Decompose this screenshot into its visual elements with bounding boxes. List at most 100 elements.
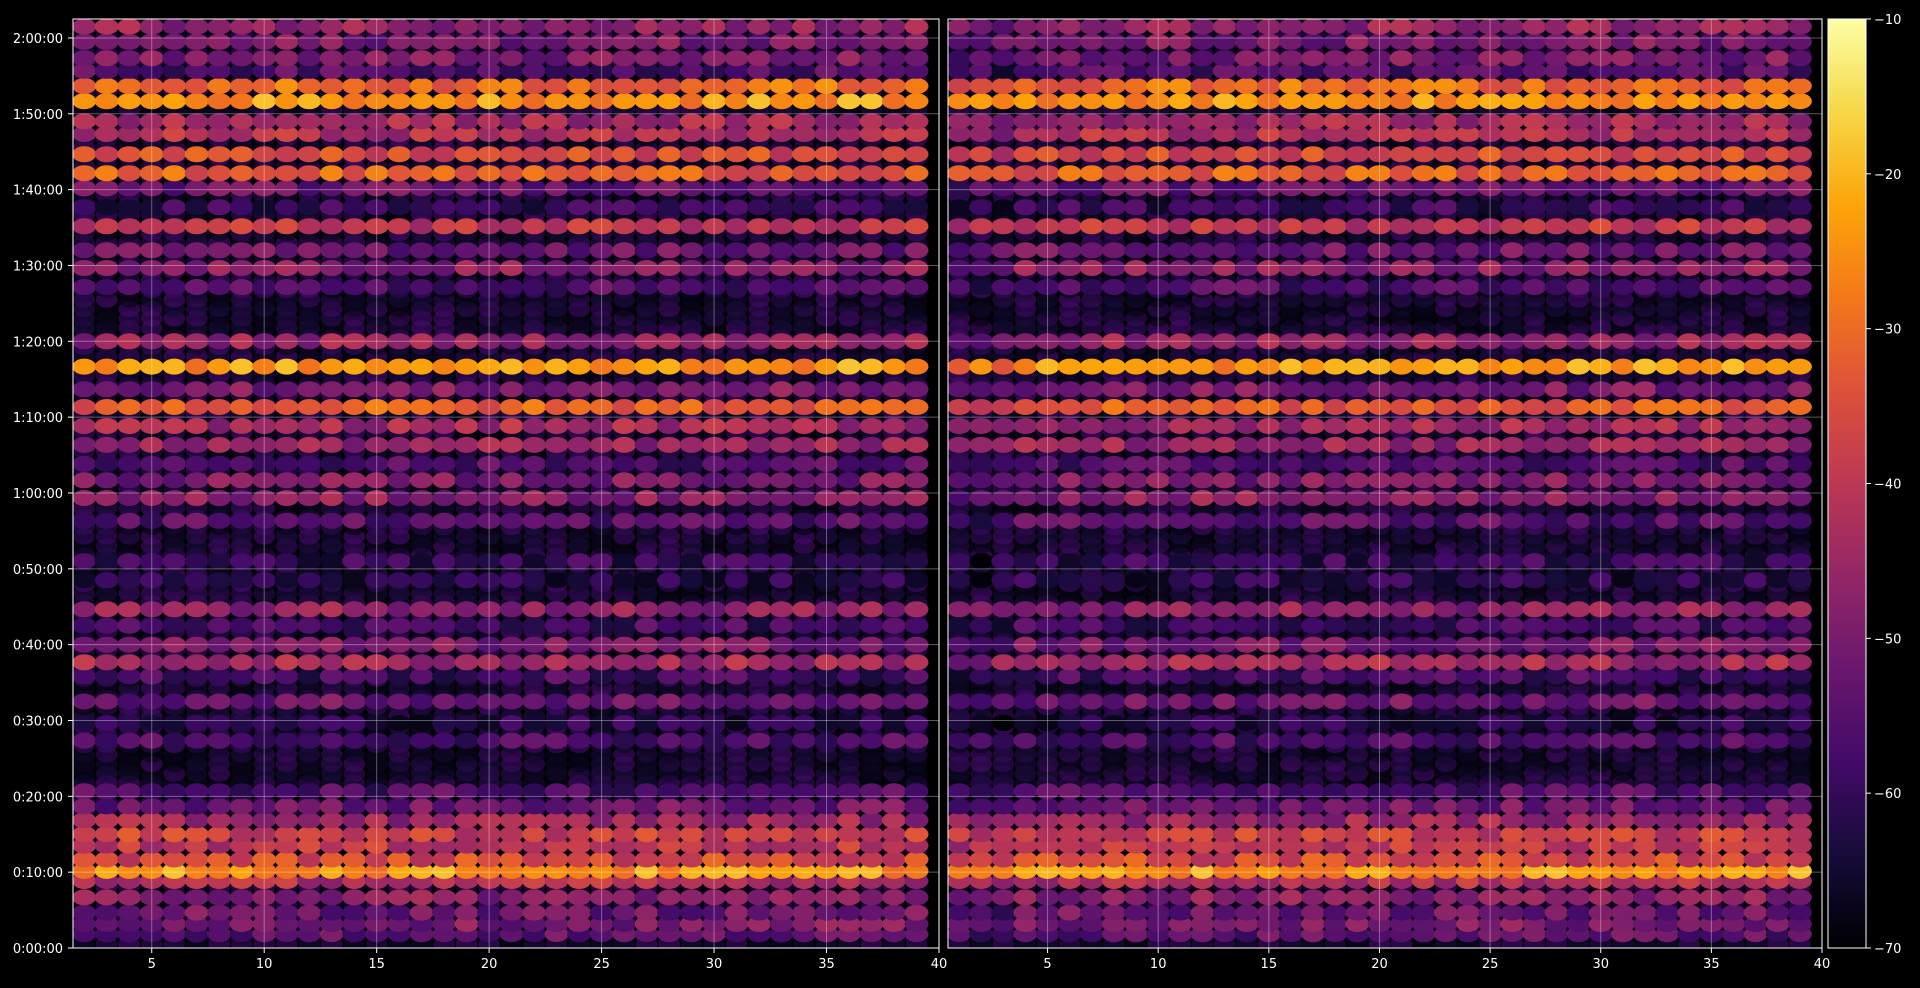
heatmap-cell bbox=[454, 399, 479, 415]
heatmap-cell bbox=[207, 654, 232, 671]
heatmap-cell bbox=[117, 654, 142, 671]
heatmap-cell bbox=[634, 572, 659, 589]
heatmap-cell bbox=[634, 851, 659, 868]
heatmap-cell bbox=[612, 381, 637, 398]
heatmap-cell bbox=[679, 889, 704, 906]
heatmap-cell bbox=[342, 436, 367, 453]
heatmap-cell bbox=[94, 381, 119, 398]
heatmap-cell bbox=[342, 512, 367, 529]
heatmap-cell bbox=[207, 418, 232, 434]
heatmap-cell bbox=[432, 783, 457, 800]
heatmap-cell bbox=[747, 732, 772, 749]
heatmap-cell bbox=[319, 512, 344, 529]
heatmap-cell bbox=[207, 798, 232, 815]
heatmap-cell bbox=[432, 812, 457, 829]
heatmap-cell bbox=[747, 553, 772, 570]
heatmap-cell bbox=[94, 732, 119, 749]
heatmap-cell bbox=[184, 904, 209, 921]
heatmap-cell bbox=[747, 399, 772, 415]
heatmap-cell bbox=[657, 381, 682, 398]
heatmap-cell bbox=[297, 783, 322, 800]
heatmap-cell bbox=[724, 851, 749, 868]
heatmap-cell bbox=[297, 889, 322, 906]
heatmap-cell bbox=[297, 472, 322, 489]
heatmap-cell bbox=[792, 472, 816, 489]
heatmap-cell bbox=[544, 418, 569, 434]
heatmap-cell bbox=[454, 601, 479, 618]
heatmap-cell bbox=[882, 553, 906, 570]
heatmap-cell bbox=[184, 418, 209, 434]
heatmap-cell bbox=[297, 381, 322, 398]
heatmap-cell bbox=[859, 732, 884, 749]
heatmap-cell bbox=[544, 381, 569, 398]
heatmap-cell bbox=[904, 601, 929, 618]
heatmap-cell bbox=[679, 418, 704, 434]
heatmap-cell bbox=[522, 601, 547, 618]
heatmap-cell bbox=[904, 399, 929, 415]
heatmap-cell bbox=[117, 783, 142, 800]
heatmap-cell bbox=[162, 399, 187, 415]
heatmap-cell bbox=[342, 889, 367, 906]
heatmap-cell bbox=[162, 512, 187, 529]
heatmap-cell bbox=[612, 798, 637, 815]
heatmap-cell bbox=[297, 668, 322, 685]
heatmap-cell bbox=[432, 399, 457, 415]
heatmap-cell bbox=[342, 553, 367, 570]
heatmap-cell bbox=[499, 572, 524, 589]
heatmap-cell bbox=[747, 783, 772, 800]
heatmap-cell bbox=[612, 826, 637, 843]
heatmap-cell bbox=[612, 572, 637, 589]
heatmap-cell bbox=[162, 851, 187, 868]
heatmap-cell bbox=[904, 617, 929, 634]
heatmap-cell bbox=[409, 436, 434, 453]
heatmap-cell bbox=[657, 399, 682, 415]
heatmap-cell bbox=[73, 490, 97, 506]
heatmap-cell bbox=[207, 455, 232, 472]
heatmap-cell bbox=[567, 654, 592, 671]
heatmap-cell bbox=[454, 668, 479, 685]
heatmap-cell bbox=[612, 399, 637, 415]
heatmap-cell bbox=[522, 654, 547, 671]
heatmap-cell bbox=[567, 617, 592, 634]
heatmap-cell bbox=[657, 812, 682, 829]
heatmap-cell bbox=[837, 715, 861, 731]
heatmap-cell bbox=[94, 693, 119, 710]
heatmap-cell bbox=[904, 798, 929, 815]
heatmap-cell bbox=[747, 654, 772, 671]
heatmap-cell bbox=[859, 851, 884, 868]
heatmap-cell bbox=[117, 601, 142, 618]
heatmap-cell bbox=[747, 617, 772, 634]
heatmap-cell bbox=[184, 601, 209, 618]
heatmap-cell bbox=[73, 381, 97, 398]
heatmap-cell bbox=[837, 601, 861, 618]
heatmap-cell bbox=[769, 418, 794, 434]
heatmap-cell bbox=[297, 455, 322, 472]
heatmap-cell bbox=[904, 418, 929, 434]
heatmap-cell bbox=[544, 472, 569, 489]
heatmap-cell bbox=[319, 490, 344, 506]
heatmap-cell bbox=[73, 783, 97, 800]
heatmap-cell bbox=[229, 851, 254, 868]
heatmap-cell bbox=[73, 904, 97, 921]
heatmap-cell bbox=[73, 732, 97, 749]
heatmap-cell bbox=[724, 617, 749, 634]
heatmap-cell bbox=[229, 826, 254, 843]
heatmap-cell bbox=[769, 381, 794, 398]
heatmap-cell bbox=[409, 715, 434, 731]
heatmap-cell bbox=[117, 798, 142, 815]
heatmap-cell bbox=[274, 693, 299, 710]
heatmap-cell bbox=[499, 381, 524, 398]
heatmap-cell bbox=[567, 851, 592, 868]
heatmap-cell bbox=[117, 851, 142, 868]
heatmap-cell bbox=[769, 490, 794, 506]
heatmap-cell bbox=[454, 418, 479, 434]
heatmap-cell bbox=[454, 381, 479, 398]
heatmap-cell bbox=[409, 812, 434, 829]
heatmap-cell bbox=[319, 889, 344, 906]
heatmap-cell bbox=[409, 654, 434, 671]
heatmap-cell bbox=[117, 889, 142, 906]
heatmap-cell bbox=[679, 732, 704, 749]
heatmap-cell bbox=[387, 472, 412, 489]
heatmap-cell bbox=[297, 732, 322, 749]
heatmap-cell bbox=[747, 490, 772, 506]
